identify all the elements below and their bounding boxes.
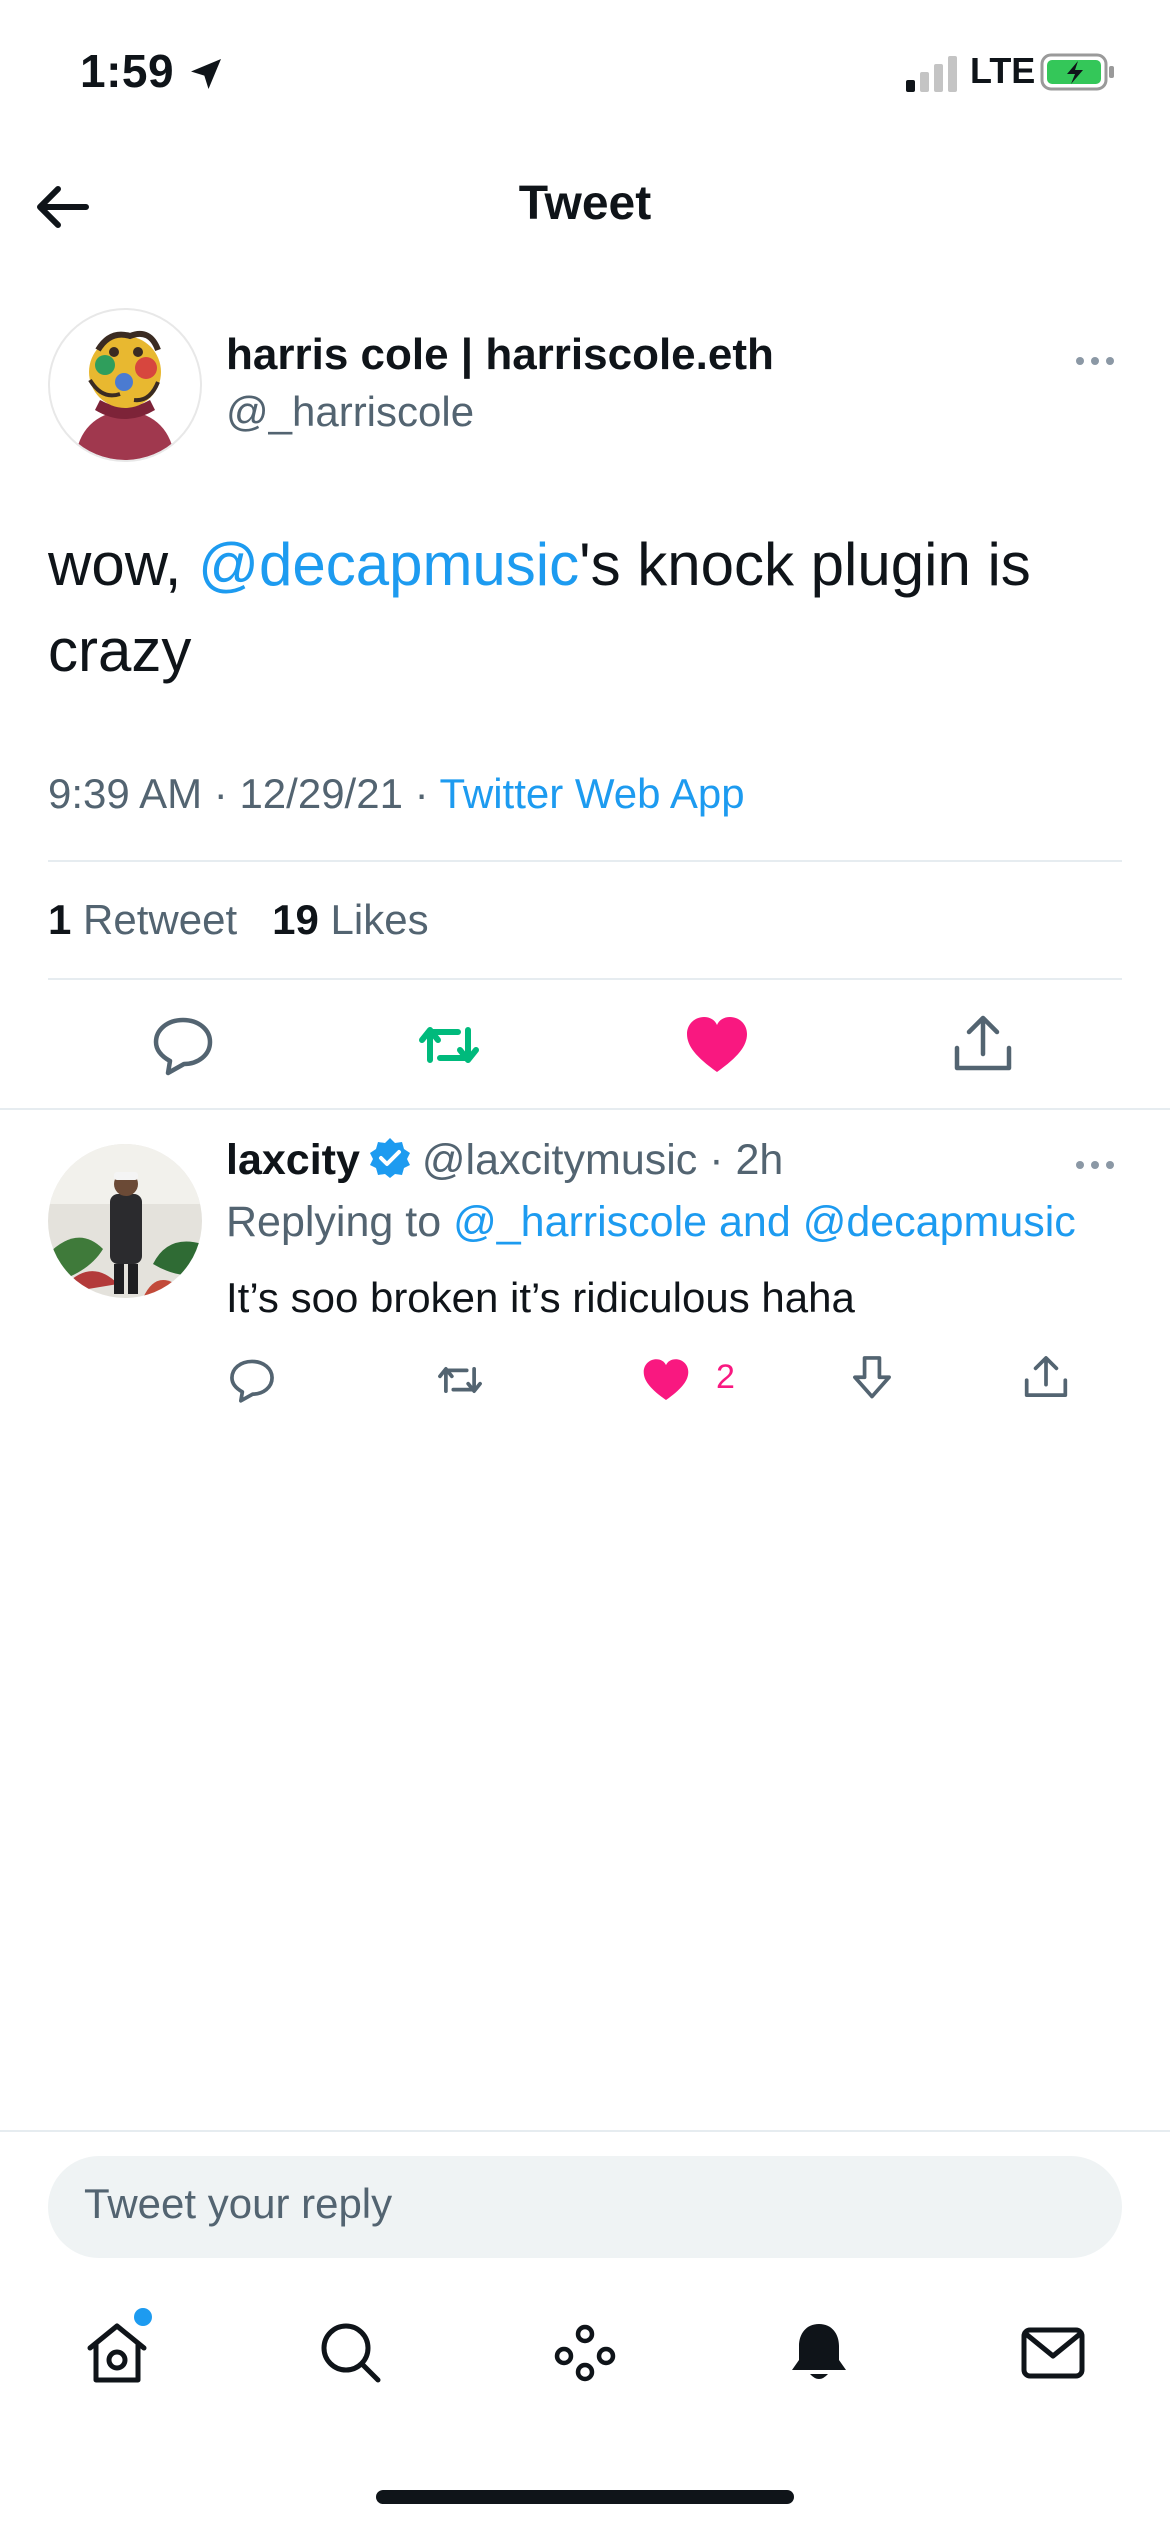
retweet-stat[interactable]: 1 Retweet: [48, 896, 237, 943]
retweet-label: Retweet: [83, 896, 238, 943]
reply-like-count: 2: [716, 1358, 735, 1396]
divider: [0, 2130, 1170, 2132]
author-handle[interactable]: @_harriscole: [226, 388, 474, 436]
like-icon[interactable]: [640, 1354, 692, 1406]
retweet-icon[interactable]: [414, 1010, 484, 1080]
like-icon[interactable]: [682, 1010, 752, 1080]
meta-separator: ·: [414, 770, 429, 817]
signal-icon: [906, 56, 957, 92]
tweet-date: 12/29/21: [239, 770, 403, 817]
likes-stat[interactable]: 19 Likes: [272, 896, 428, 943]
location-arrow-icon: [191, 59, 221, 89]
share-icon[interactable]: [1020, 1352, 1072, 1404]
author-name[interactable]: harris cole | harriscole.eth: [226, 330, 774, 380]
status-time: 1:59: [80, 45, 175, 97]
share-icon[interactable]: [948, 1010, 1018, 1080]
divider: [0, 1108, 1170, 1110]
divider: [48, 978, 1122, 980]
reply-icon[interactable]: [226, 1354, 278, 1406]
network-type: LTE: [970, 50, 1036, 91]
tweet-meta: 9:39 AM · 12/29/21 · Twitter Web App: [48, 770, 745, 818]
reply-input-placeholder: Tweet your reply: [84, 2180, 393, 2227]
battery-charging-icon: [1040, 53, 1114, 91]
replying-to-line: Replying to @_harriscole and @decapmusic: [226, 1198, 1076, 1247]
tweet-text: wow, @decapmusic's knock plugin is crazy: [48, 522, 1128, 694]
replying-to-users[interactable]: @_harriscole and @decapmusic: [453, 1198, 1076, 1246]
tweet-text-pre: wow,: [48, 531, 199, 598]
reply-author-name[interactable]: laxcity: [226, 1136, 360, 1184]
tweet-time: 9:39 AM: [48, 770, 203, 817]
notification-dot: [134, 2308, 152, 2326]
more-options-icon[interactable]: [1070, 336, 1120, 386]
reply-icon[interactable]: [148, 1010, 218, 1080]
reply-header: laxcity @laxcitymusic · 2h: [226, 1136, 783, 1185]
notifications-icon[interactable]: [782, 2316, 856, 2390]
retweet-icon[interactable]: [434, 1354, 486, 1406]
meta-separator: ·: [709, 1136, 724, 1184]
home-indicator[interactable]: [376, 2490, 794, 2504]
like-count: 19: [272, 896, 319, 943]
spaces-icon[interactable]: [548, 2316, 622, 2390]
messages-icon[interactable]: [1016, 2316, 1090, 2390]
reply-age: 2h: [735, 1136, 784, 1184]
reply-text: It’s soo broken it’s ridiculous haha: [226, 1274, 855, 1321]
downvote-icon[interactable]: [846, 1352, 898, 1404]
divider: [48, 860, 1122, 862]
tweet-stats: 1 Retweet 19 Likes: [48, 896, 429, 944]
home-icon[interactable]: [80, 2316, 154, 2390]
tweet-source-link[interactable]: Twitter Web App: [440, 770, 745, 817]
meta-separator: ·: [213, 770, 228, 817]
author-avatar[interactable]: [48, 308, 202, 462]
page-title: Tweet: [518, 177, 652, 230]
avatar-illustration: [75, 330, 175, 460]
likes-label: Likes: [330, 896, 429, 943]
more-options-icon[interactable]: [1070, 1140, 1120, 1190]
verified-badge-icon: [369, 1138, 410, 1178]
reply-author-handle[interactable]: @laxcitymusic: [422, 1136, 697, 1184]
mention-link[interactable]: @decapmusic: [198, 531, 579, 598]
avatar-photo: [48, 1144, 202, 1298]
search-icon[interactable]: [314, 2316, 388, 2390]
replying-to-label: Replying to: [226, 1198, 442, 1246]
retweet-count: 1: [48, 896, 72, 943]
reply-author-avatar[interactable]: [48, 1144, 202, 1298]
